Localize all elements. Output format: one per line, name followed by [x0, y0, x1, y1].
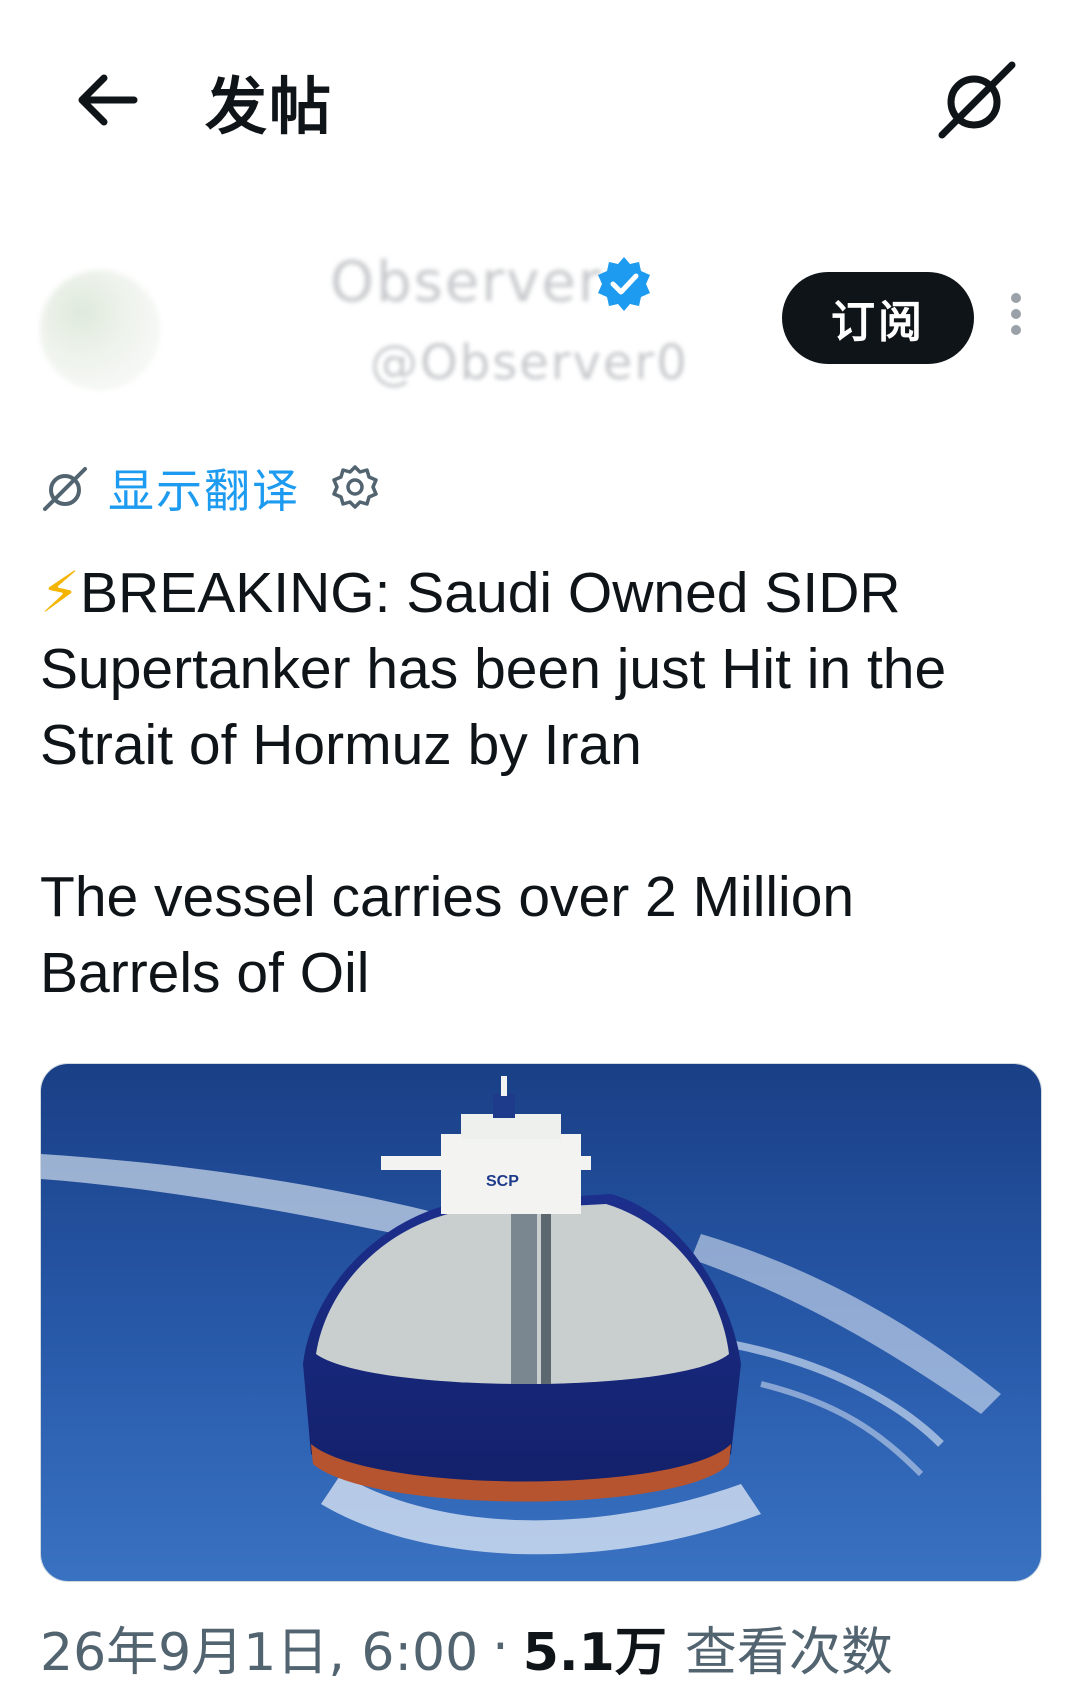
post-meta-row: 26年9月1日, 6:00 · 5.1万 查看次数 — [40, 1610, 893, 1685]
author-handle[interactable]: @Observer0 — [370, 335, 689, 391]
views-label: 查看次数 — [684, 1622, 893, 1683]
subscribe-button[interactable]: 订阅 — [782, 272, 974, 364]
page-title: 发帖 — [205, 70, 334, 143]
views-count: 5.1万 — [522, 1622, 667, 1683]
post-paragraph-1: ⚡BREAKING: Saudi Owned SIDR Supertanker … — [40, 555, 1050, 783]
more-vertical-icon — [1011, 293, 1021, 303]
ship-logo-text: SCP — [486, 1173, 519, 1190]
top-bar: 发帖 — [0, 0, 1080, 200]
post-media-image[interactable]: SCP — [40, 1063, 1042, 1582]
supertanker-photo: SCP — [41, 1064, 1041, 1581]
post-timestamp[interactable]: 26年9月1日, 6:00 — [40, 1610, 478, 1685]
grok-icon — [938, 61, 1016, 139]
grok-icon — [43, 467, 87, 511]
author-row: Observer @Observer0 订阅 — [0, 240, 1080, 400]
verified-badge-icon — [598, 257, 650, 311]
post-headline: BREAKING: Saudi Owned SIDR Supertanker h… — [40, 561, 947, 777]
back-button[interactable] — [70, 60, 150, 140]
more-options-button[interactable] — [996, 288, 1036, 348]
gear-icon[interactable] — [330, 463, 380, 513]
avatar[interactable] — [40, 270, 160, 390]
arrow-left-icon — [78, 74, 138, 126]
post-text: ⚡BREAKING: Saudi Owned SIDR Supertanker … — [40, 555, 1050, 1011]
grok-button[interactable] — [930, 55, 1020, 145]
post-paragraph-2: The vessel carries over 2 Million Barrel… — [40, 865, 855, 1005]
translate-row: 显示翻译 — [40, 458, 380, 518]
meta-separator: · — [492, 1617, 509, 1677]
author-display-name[interactable]: Observer — [330, 250, 603, 315]
show-translation-link[interactable]: 显示翻译 — [108, 455, 300, 521]
lightning-emoji: ⚡ — [40, 561, 81, 625]
post-detail-screen: 发帖 Observer @Observer0 订阅 显示翻译 ⚡BREAKING… — [0, 0, 1080, 1692]
